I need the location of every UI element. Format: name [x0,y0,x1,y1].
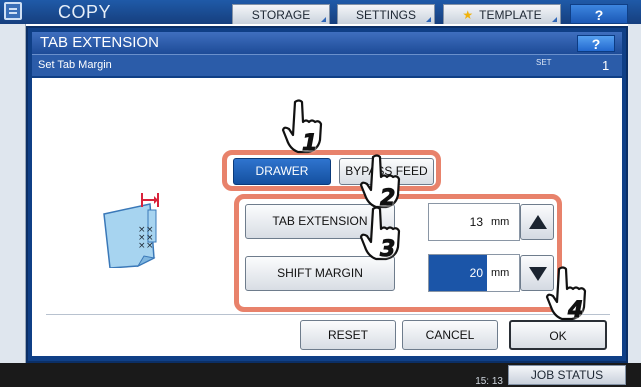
tab-corner-icon [321,17,326,22]
tab-extension-dialog: TAB EXTENSION ? Set Tab Margin SET 1 × ×… [26,26,628,363]
dialog-subtitle: Set Tab Margin [38,59,112,71]
copy-title: COPY [58,2,112,22]
shift-margin-button[interactable]: SHIFT MARGIN [245,256,395,291]
footer-divider [46,314,610,315]
copy-icon [4,2,22,20]
set-number: 1 [602,58,610,73]
svg-text:×: × [146,241,154,251]
background-panel-right [628,24,641,364]
arrow-up-icon [529,215,547,229]
set-label: SET [536,58,552,67]
tab-settings[interactable]: SETTINGS [337,4,435,24]
tab-corner-icon [552,17,557,22]
step-marker-1: 1 [301,131,318,157]
copy-top-bar: COPY STORAGE SETTINGS ★ TEMPLATE ? [0,0,641,24]
tab-paper-illustration: × × × × × × [103,193,159,268]
dialog-body: × × × × × × DRAWER BYPASS FEED TAB EXTEN… [32,78,622,356]
shift-margin-unit: mm [491,267,510,279]
step-marker-3: 3 [379,237,396,263]
reset-button[interactable]: RESET [300,320,396,350]
svg-text:×: × [138,241,146,251]
help-button[interactable]: ? [570,4,628,24]
tab-template-label: TEMPLATE [479,8,542,22]
tab-extension-value: 13 [469,215,483,229]
tab-extension-unit: mm [491,216,510,228]
drawer-button[interactable]: DRAWER [233,158,331,185]
tab-extension-field[interactable]: 13 mm [428,203,520,241]
dialog-help-button[interactable]: ? [577,35,615,52]
tab-settings-label: SETTINGS [355,8,416,22]
dialog-header: TAB EXTENSION ? [32,32,622,54]
dialog-subheader: Set Tab Margin SET 1 [32,54,622,76]
cancel-button[interactable]: CANCEL [402,320,498,350]
tab-corner-icon [426,17,431,22]
background-panel-left [0,24,26,364]
dialog-title: TAB EXTENSION [40,34,159,51]
increase-button[interactable] [520,204,554,240]
tab-template[interactable]: ★ TEMPLATE [443,4,561,24]
clock-time: 15: 13 [475,376,503,387]
tab-storage[interactable]: STORAGE [232,4,330,24]
shift-margin-value: 20 [429,255,487,291]
shift-margin-field[interactable]: 20 mm [428,254,520,292]
job-status-button[interactable]: JOB STATUS [508,365,626,385]
tab-storage-label: STORAGE [251,8,311,22]
step-marker-4: 4 [567,298,584,324]
ok-button[interactable]: OK [509,320,607,350]
star-icon: ★ [462,8,474,22]
